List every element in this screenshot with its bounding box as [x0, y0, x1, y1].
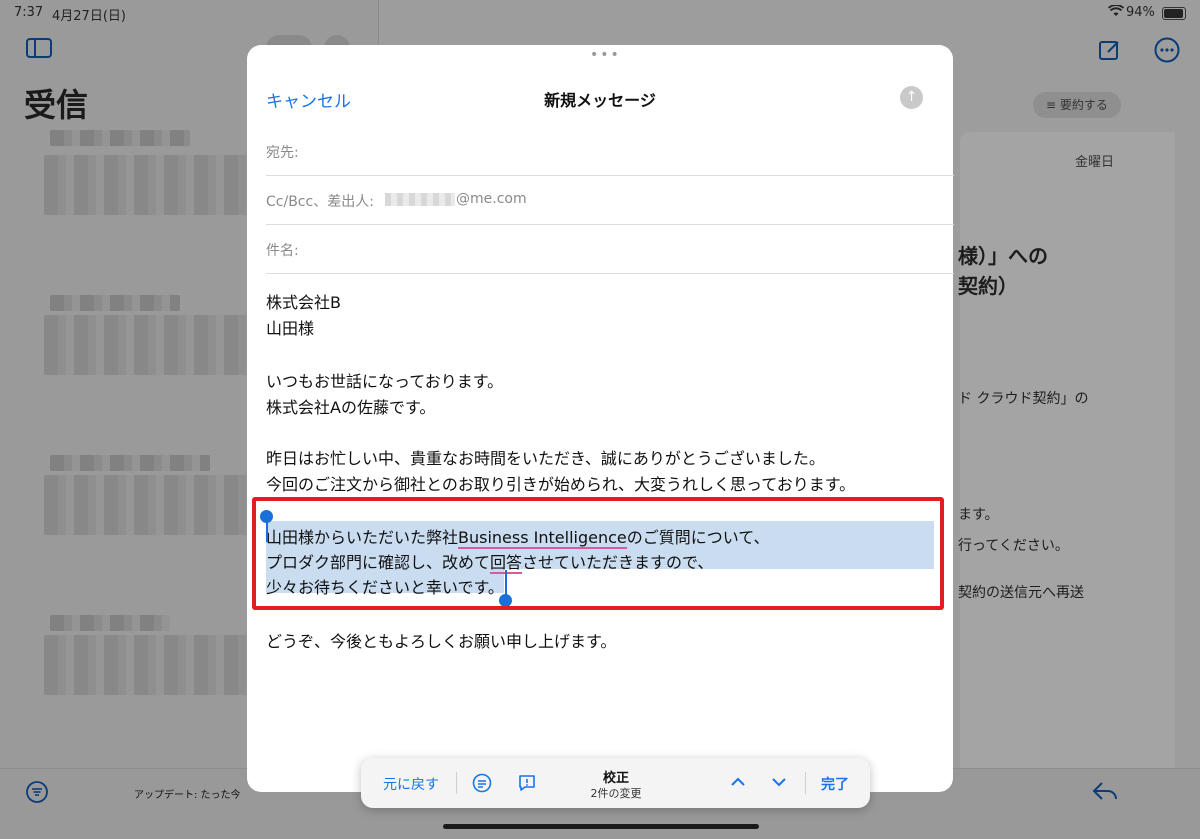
cc-from-label: Cc/Bcc、差出人:: [266, 194, 374, 210]
rewrite-icon[interactable]: [472, 773, 492, 797]
body-line[interactable]: 昨日はお忙しい中、貴重なお時間をいただき、誠にありがとうございました。: [266, 445, 825, 469]
cancel-button[interactable]: キャンセル: [266, 87, 351, 112]
body-line[interactable]: いつもお世話になっております。: [266, 368, 503, 392]
message-card: [960, 132, 1175, 772]
compose-title: 新規メッセージ: [544, 91, 656, 110]
filter-icon[interactable]: [26, 781, 48, 807]
summarize-label: 要約する: [1059, 98, 1108, 112]
update-status: アップデート: たった今: [134, 790, 241, 801]
subject-field[interactable]: [310, 236, 950, 262]
bg-line: ド クラウド契約」の: [958, 391, 1089, 407]
from-value[interactable]: @me.com: [456, 191, 527, 207]
to-label: 宛先:: [266, 145, 299, 161]
toolbar-divider: [456, 772, 457, 794]
sidebar-toggle-icon[interactable]: [26, 38, 52, 63]
proofread-title: 校正: [602, 771, 629, 786]
feedback-icon[interactable]: [517, 773, 537, 797]
body-line[interactable]: 株式会社Aの佐藤です。: [266, 394, 435, 418]
body-line[interactable]: どうぞ、今後ともよろしくお願い申し上げます。: [266, 628, 616, 652]
battery-percent: 94%: [1126, 5, 1155, 20]
bg-line: ます。: [958, 507, 999, 523]
chevron-down-icon[interactable]: [770, 773, 788, 795]
divider: [266, 224, 954, 225]
status-time: 7:37: [14, 5, 44, 20]
body-line[interactable]: 今回のご注文から御社とのお取り引きが始められ、大変うれしく思っております。: [266, 471, 855, 495]
subject-label: 件名:: [266, 243, 299, 259]
summarize-button[interactable]: ≡ 要約する: [1033, 92, 1121, 118]
bg-heading-1: 様）」への: [958, 244, 1048, 268]
reply-icon[interactable]: [1092, 780, 1118, 806]
inbox-title: 受信: [24, 86, 89, 124]
battery-icon: [1162, 7, 1186, 20]
compose-icon[interactable]: [1098, 38, 1122, 67]
message-day: 金曜日: [1075, 155, 1115, 170]
bg-heading-2: 契約）: [958, 274, 1018, 298]
divider: [266, 273, 954, 274]
bg-line: 契約の送信元へ再送: [958, 585, 1084, 601]
send-arrow-icon: ↑: [905, 89, 918, 105]
redacted-address: [385, 193, 455, 206]
highlight-annotation-box: [252, 497, 944, 610]
bg-line: 行ってください。: [958, 538, 1069, 554]
chevron-up-icon[interactable]: [729, 773, 747, 795]
wifi-icon: [1107, 4, 1125, 21]
blurred-sender: [50, 615, 170, 631]
toolbar-divider: [805, 772, 806, 794]
proofread-change-count: 2件の変更: [590, 787, 642, 800]
blurred-sender: [50, 455, 210, 471]
blurred-sender: [50, 295, 180, 311]
body-line[interactable]: 山田様: [266, 315, 314, 339]
divider: [266, 175, 954, 176]
more-icon[interactable]: [1154, 37, 1180, 68]
body-line[interactable]: 株式会社B: [266, 289, 341, 313]
send-button[interactable]: ↑: [900, 86, 923, 109]
sheet-grabber[interactable]: •••: [590, 48, 619, 62]
to-field[interactable]: [310, 138, 950, 164]
done-button[interactable]: 完了: [821, 774, 849, 794]
undo-button[interactable]: 元に戻す: [383, 774, 439, 794]
home-indicator[interactable]: [443, 824, 759, 829]
blurred-sender: [50, 130, 190, 146]
status-date: 4月27日(日): [52, 9, 126, 24]
